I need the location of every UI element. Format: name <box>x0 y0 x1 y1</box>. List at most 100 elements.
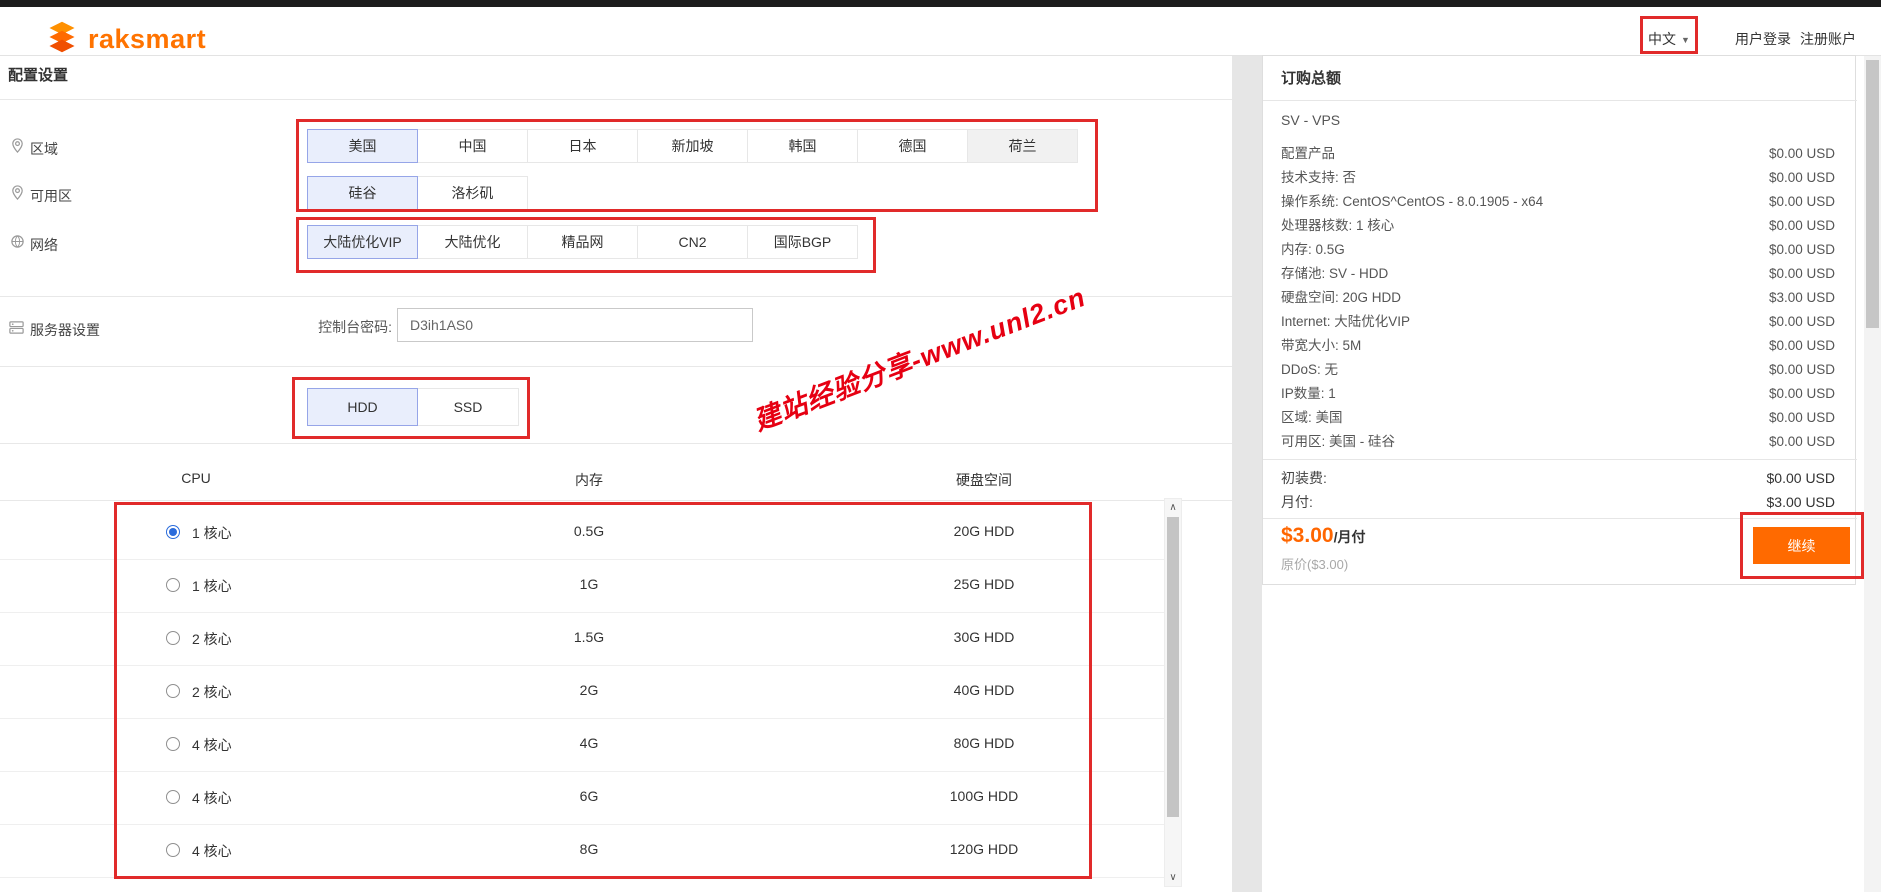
divider <box>0 296 1232 297</box>
network-option-mainland[interactable]: 大陆优化 <box>417 225 528 259</box>
network-option-premium[interactable]: 精品网 <box>527 225 638 259</box>
summary-item: 内存: 0.5G $0.00 USD <box>1281 242 1835 257</box>
column-header-disk: 硬盘空间 <box>956 472 1012 488</box>
plan-row[interactable]: 4 核心 4G 80G HDD <box>114 718 1092 771</box>
top-black-strip <box>0 0 1881 7</box>
network-option-vip[interactable]: 大陆优化VIP <box>307 225 418 259</box>
plan-cpu: 2 核心 <box>192 684 232 700</box>
setup-fee-row: 初装费: $0.00 USD <box>1281 470 1835 486</box>
continue-button[interactable]: 继续 <box>1753 527 1850 564</box>
order-summary-title: 订购总额 <box>1281 70 1342 87</box>
language-dropdown[interactable]: 中文 ▼ <box>1648 29 1690 49</box>
summary-item: 带宽大小: 5M $0.00 USD <box>1281 338 1835 353</box>
zone-options: 硅谷 洛杉矶 <box>307 176 528 210</box>
plan-ram: 6G <box>579 788 599 804</box>
scrollbar-thumb[interactable] <box>1167 517 1179 817</box>
site-header: raksmart 中文 ▼ 用户登录 注册账户 <box>0 7 1881 55</box>
region-label: 区域 <box>30 141 58 157</box>
row-divider <box>0 877 1164 878</box>
radio-icon[interactable] <box>166 684 180 698</box>
location-pin-icon <box>10 138 26 154</box>
brand-name: raksmart <box>88 24 207 54</box>
summary-item: 处理器核数: 1 核心 $0.00 USD <box>1281 218 1835 233</box>
console-password-input[interactable] <box>397 308 753 342</box>
disk-type-ssd[interactable]: SSD <box>417 388 519 426</box>
console-password-label: 控制台密码: <box>318 319 392 335</box>
network-options: 大陆优化VIP 大陆优化 精品网 CN2 国际BGP <box>307 225 858 259</box>
zone-label: 可用区 <box>30 188 72 204</box>
brand-logo[interactable]: raksmart <box>44 20 206 59</box>
radio-icon[interactable] <box>166 737 180 751</box>
radio-icon[interactable] <box>166 631 180 645</box>
region-option-jp[interactable]: 日本 <box>527 129 638 163</box>
plan-ram: 1.5G <box>573 629 605 645</box>
plan-disk: 80G HDD <box>953 735 1015 751</box>
plan-row[interactable]: 2 核心 1.5G 30G HDD <box>114 612 1092 665</box>
divider <box>1263 518 1857 519</box>
divider <box>0 443 1232 444</box>
network-option-bgp[interactable]: 国际BGP <box>747 225 858 259</box>
plan-disk: 40G HDD <box>953 682 1015 698</box>
summary-item: IP数量: 1 $0.00 USD <box>1281 386 1835 401</box>
radio-icon[interactable] <box>166 790 180 804</box>
column-header-cpu: CPU <box>181 470 211 486</box>
page-scrollbar[interactable] <box>1864 56 1881 892</box>
scroll-up-icon[interactable]: ∧ <box>1165 502 1181 513</box>
region-option-sg[interactable]: 新加坡 <box>637 129 748 163</box>
plan-row[interactable]: 2 核心 2G 40G HDD <box>114 665 1092 718</box>
divider <box>0 366 1232 367</box>
server-icon <box>8 319 24 335</box>
total-price: $3.00/月付 <box>1281 524 1366 547</box>
summary-item: DDoS: 无 $0.00 USD <box>1281 362 1835 377</box>
network-globe-icon <box>10 234 26 250</box>
plan-row[interactable]: 4 核心 8G 120G HDD <box>114 824 1092 877</box>
scroll-down-icon[interactable]: ∨ <box>1165 872 1181 883</box>
region-option-de[interactable]: 德国 <box>857 129 968 163</box>
network-label: 网络 <box>30 237 58 253</box>
disk-type-hdd[interactable]: HDD <box>307 388 418 426</box>
plan-cpu: 2 核心 <box>192 631 232 647</box>
plan-ram: 4G <box>579 735 599 751</box>
plan-ram: 0.5G <box>573 523 605 539</box>
register-link[interactable]: 注册账户 <box>1800 29 1856 49</box>
plan-row[interactable]: 4 核心 6G 100G HDD <box>114 771 1092 824</box>
summary-item: 操作系统: CentOS^CentOS - 8.0.1905 - x64 $0.0… <box>1281 194 1835 209</box>
watermark-text: 建站经验分享-www.unl2.cn <box>749 281 1090 437</box>
summary-item: Internet: 大陆优化VIP $0.00 USD <box>1281 314 1835 329</box>
summary-item: 配置产品 $0.00 USD <box>1281 146 1835 161</box>
region-option-us[interactable]: 美国 <box>307 129 418 163</box>
region-option-cn[interactable]: 中国 <box>417 129 528 163</box>
plan-disk: 25G HDD <box>953 576 1015 592</box>
region-option-kr[interactable]: 韩国 <box>747 129 858 163</box>
scrollbar-thumb[interactable] <box>1866 60 1879 328</box>
summary-item: 区域: 美国 $0.00 USD <box>1281 410 1835 425</box>
plan-row[interactable]: 1 核心 0.5G 20G HDD <box>114 506 1092 559</box>
plan-cpu: 1 核心 <box>192 578 232 594</box>
page-title: 配置设置 <box>8 67 69 84</box>
location-pin-icon <box>10 185 26 201</box>
plan-ram: 8G <box>579 841 599 857</box>
radio-icon[interactable] <box>166 578 180 592</box>
plan-row[interactable]: 1 核心 1G 25G HDD <box>114 559 1092 612</box>
zone-option-siliconvalley[interactable]: 硅谷 <box>307 176 418 210</box>
plan-disk: 30G HDD <box>953 629 1015 645</box>
monthly-fee-row: 月付: $3.00 USD <box>1281 494 1835 510</box>
region-option-nl[interactable]: 荷兰 <box>967 129 1078 163</box>
divider <box>0 500 1232 501</box>
original-price: 原价($3.00) <box>1281 557 1349 572</box>
raksmart-logo-icon <box>44 20 80 59</box>
radio-icon[interactable] <box>166 843 180 857</box>
plan-ram: 2G <box>579 682 599 698</box>
summary-item: 技术支持: 否 $0.00 USD <box>1281 170 1835 185</box>
plan-disk: 20G HDD <box>953 523 1015 539</box>
radio-selected-icon[interactable] <box>166 525 180 539</box>
disk-type-options: HDD SSD <box>307 388 519 426</box>
region-options: 美国 中国 日本 新加坡 韩国 德国 荷兰 <box>307 129 1078 163</box>
network-option-cn2[interactable]: CN2 <box>637 225 748 259</box>
zone-option-losangeles[interactable]: 洛杉矶 <box>417 176 528 210</box>
divider <box>0 99 1232 100</box>
table-scrollbar[interactable]: ∧ ∨ <box>1164 498 1182 887</box>
login-link[interactable]: 用户登录 <box>1735 29 1791 49</box>
plan-disk: 120G HDD <box>949 841 1019 857</box>
summary-item: 存储池: SV - HDD $0.00 USD <box>1281 266 1835 281</box>
